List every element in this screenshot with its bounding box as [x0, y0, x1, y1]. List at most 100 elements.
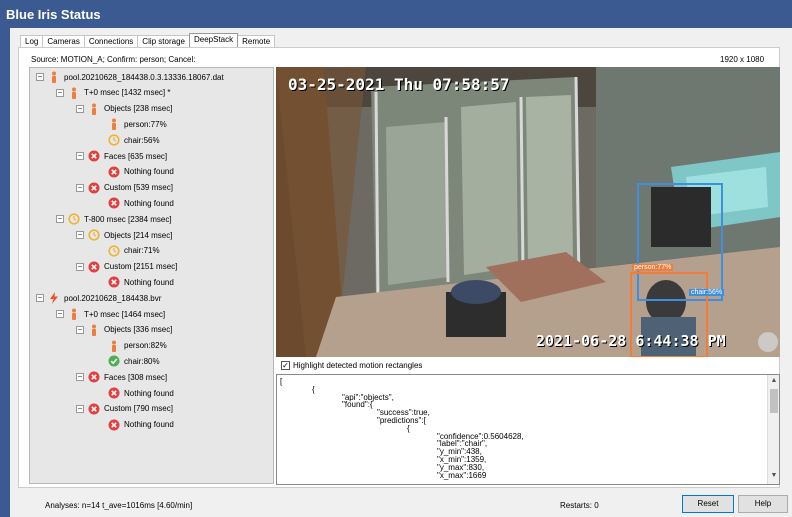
clock-icon [88, 229, 100, 241]
tab-log[interactable]: Log [20, 35, 44, 47]
clock-icon [108, 245, 120, 257]
json-output[interactable]: ▲ ▼ [{"api":"objects", "found":{"success"… [276, 374, 780, 485]
tree-node[interactable]: − pool.20210628_184438.0.3.13336.18067.da… [36, 70, 224, 84]
collapse-icon[interactable]: − [36, 294, 44, 303]
tree-node-label: person:77% [124, 119, 167, 129]
collapse-icon[interactable]: − [56, 215, 64, 224]
tree-node[interactable]: − Objects [214 msec] [76, 228, 172, 242]
detection-label-person: person:77% [632, 264, 674, 271]
tree-node[interactable]: − T-800 msec [2384 msec] [56, 212, 172, 226]
json-line: { [312, 384, 315, 394]
collapse-icon[interactable]: − [76, 325, 84, 334]
tree-node[interactable]: − Objects [238 msec] [76, 102, 172, 116]
tree-node[interactable]: − Custom [539 msec] [76, 181, 173, 195]
tree-node-label: Custom [790 msec] [104, 404, 173, 414]
collapse-icon[interactable]: − [56, 88, 64, 97]
tab-cameras[interactable]: Cameras [42, 35, 85, 47]
video-frame: 03-25-2021 Thu 07:58:57 2021-06-28 6:44:… [276, 67, 780, 357]
error-icon [108, 276, 120, 288]
camera-image [276, 67, 780, 357]
collapse-icon[interactable]: − [76, 152, 84, 160]
collapse-icon[interactable]: − [76, 262, 84, 271]
tree-node-label: Nothing found [124, 277, 174, 287]
tab-clip-storage[interactable]: Clip storage [137, 35, 190, 47]
error-icon [108, 166, 120, 178]
tree-node-label: Faces [635 msec] [104, 151, 168, 161]
timestamp-bottom: 2021-06-28 6:44:38 PM [536, 332, 726, 350]
tree-node-label: pool.20210628_184438.0.3.13336.18067.dat [64, 72, 224, 82]
person-icon [108, 340, 120, 352]
collapse-icon[interactable]: − [76, 231, 84, 239]
resolution-label: 1920 x 1080 [720, 55, 765, 64]
tree-node[interactable]: − Objects [336 msec] [76, 323, 172, 337]
collapse-icon[interactable]: − [76, 373, 84, 382]
json-line: "predictions":[ [377, 416, 426, 425]
tree-node[interactable]: Nothing found [96, 386, 174, 400]
tree-node[interactable]: chair:56% [96, 133, 160, 147]
tree-node-label: Custom [539 msec] [104, 183, 173, 193]
collapse-icon[interactable]: − [76, 183, 84, 192]
reset-button[interactable]: Reset [682, 495, 734, 513]
person-icon [48, 71, 60, 83]
tree-node[interactable]: chair:80% [96, 354, 160, 368]
detection-label-chair: chair:56% [689, 289, 725, 296]
scroll-thumb[interactable] [770, 389, 778, 413]
collapse-icon[interactable]: − [76, 404, 84, 413]
error-icon [88, 403, 100, 415]
tree-node[interactable]: Nothing found [96, 418, 174, 432]
tree-node-label: Nothing found [124, 420, 174, 430]
tree-node[interactable]: − Custom [790 msec] [76, 402, 173, 416]
person-icon [68, 87, 80, 99]
tree-node[interactable]: chair:71% [96, 244, 160, 258]
tree-node[interactable]: − T+0 msec [1432 msec] * [56, 86, 170, 100]
tree-node[interactable]: Nothing found [96, 275, 174, 289]
person-icon [88, 103, 100, 115]
tree-node[interactable]: − pool.20210628_184438.bvr [36, 291, 161, 305]
collapse-icon[interactable]: − [76, 104, 84, 113]
tree-node-label: Objects [214 msec] [104, 230, 173, 240]
scroll-up-icon[interactable]: ▲ [768, 377, 779, 387]
analysis-tree[interactable]: − pool.20210628_184438.0.3.13336.18067.da… [29, 67, 274, 484]
clock-icon [68, 213, 80, 225]
error-icon [88, 182, 100, 194]
error-icon [108, 197, 120, 209]
tree-node-label: Nothing found [124, 167, 174, 177]
collapse-icon[interactable]: − [36, 73, 44, 81]
tree-node-label: T-800 msec [2384 msec] [84, 214, 172, 224]
tab-connections[interactable]: Connections [83, 35, 139, 47]
tree-node[interactable]: Nothing found [96, 196, 174, 210]
person-icon [88, 324, 100, 336]
error-icon [108, 419, 120, 431]
tree-node-label: Objects [336 msec] [104, 325, 173, 335]
error-icon [88, 371, 100, 383]
collapse-icon[interactable]: − [56, 310, 64, 318]
window-title: Blue Iris Status [0, 0, 792, 28]
app-window: Blue Iris Status Log Cameras Connections Cl… [0, 0, 792, 517]
tree-node[interactable]: − T+0 msec [1464 msec] [56, 307, 165, 321]
help-button[interactable]: Help [738, 495, 788, 513]
tab-deepstack[interactable]: DeepStack [188, 33, 239, 47]
tree-node-label: chair:71% [124, 246, 160, 256]
highlight-checkbox[interactable]: ✓ Highlight detected motion rectangles [281, 361, 422, 370]
tree-node[interactable]: − Custom [2151 msec] [76, 260, 177, 274]
timestamp-top: 03-25-2021 Thu 07:58:57 [288, 75, 510, 94]
tree-node[interactable]: Nothing found [96, 165, 174, 179]
checkbox-box[interactable]: ✓ [281, 361, 290, 370]
scroll-down-icon[interactable]: ▼ [768, 472, 779, 482]
source-info: Source: MOTION_A; Confirm: person; Cance… [31, 55, 196, 64]
error-icon [108, 387, 120, 399]
tree-node-label: T+0 msec [1464 msec] [84, 309, 166, 319]
json-scrollbar[interactable]: ▲ ▼ [767, 375, 779, 484]
tree-node[interactable]: − Faces [308 msec] [76, 370, 167, 384]
clock-icon [108, 134, 120, 146]
bolt-icon [48, 292, 60, 305]
tab-remote[interactable]: Remote [237, 35, 276, 47]
tree-node[interactable]: person:82% [96, 339, 167, 353]
json-line: { [407, 423, 410, 433]
restarts-count: Restarts: 0 [560, 501, 599, 510]
analyses-stats: Analyses: n=14 t_ave=1016ms [4.60/min] [45, 501, 193, 510]
tree-node[interactable]: − Faces [635 msec] [76, 149, 167, 163]
tree-node-label: Custom [2151 msec] [104, 262, 178, 272]
tree-node[interactable]: person:77% [96, 117, 167, 131]
person-icon [108, 118, 120, 131]
